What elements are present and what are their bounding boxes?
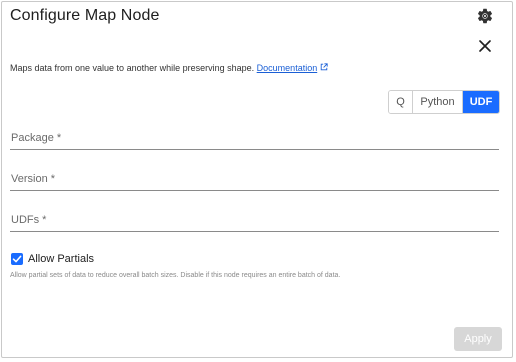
- checkmark-icon: [12, 255, 22, 263]
- documentation-link-label: Documentation: [256, 63, 318, 73]
- version-label: Version *: [11, 173, 56, 185]
- language-toggle: Q Python UDF: [388, 90, 500, 114]
- node-description: Maps data from one value to another whil…: [10, 63, 328, 73]
- description-text: Maps data from one value to another whil…: [10, 63, 255, 73]
- toggle-q[interactable]: Q: [389, 91, 413, 113]
- allow-partials-help: Allow partial sets of data to reduce ove…: [10, 272, 341, 279]
- gear-icon[interactable]: [476, 7, 494, 25]
- package-label: Package *: [11, 132, 62, 144]
- configure-map-node-dialog: Configure Map Node Maps data from one va…: [1, 1, 513, 358]
- toggle-udf[interactable]: UDF: [463, 91, 499, 113]
- allow-partials-label[interactable]: Allow Partials: [28, 253, 94, 265]
- dialog-title: Configure Map Node: [10, 7, 160, 24]
- documentation-link[interactable]: Documentation: [257, 63, 318, 73]
- version-field[interactable]: Version *: [10, 169, 499, 191]
- allow-partials-checkbox[interactable]: [11, 253, 23, 265]
- external-link-icon[interactable]: [320, 63, 328, 71]
- close-icon[interactable]: [477, 38, 493, 54]
- udfs-field[interactable]: UDFs *: [10, 210, 499, 232]
- toggle-python[interactable]: Python: [413, 91, 463, 113]
- apply-button[interactable]: Apply: [454, 327, 502, 351]
- package-field[interactable]: Package *: [10, 128, 499, 150]
- udfs-label: UDFs *: [11, 214, 47, 226]
